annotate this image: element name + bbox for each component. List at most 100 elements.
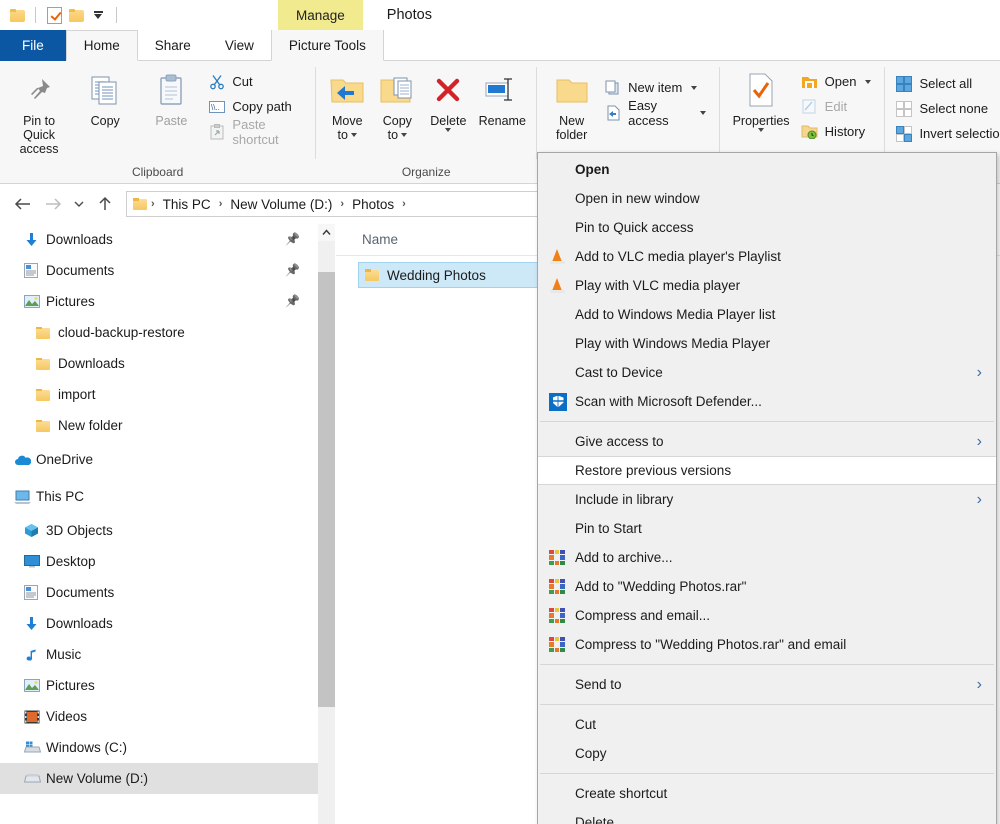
menu-item-send-to[interactable]: Send to ›	[538, 670, 996, 699]
tab-share[interactable]: Share	[138, 30, 208, 61]
sidebar-item-this-pc[interactable]: This PC	[0, 478, 318, 515]
menu-item-delete[interactable]: Delete	[538, 808, 996, 824]
copy-to-button[interactable]: Copy to	[372, 67, 422, 146]
invert-selection-button[interactable]: Invert selection	[891, 121, 1000, 146]
cut-button[interactable]: Cut	[204, 69, 309, 94]
copy-button[interactable]: Copy	[72, 67, 138, 132]
scroll-up-arrow-icon[interactable]	[318, 224, 335, 241]
chevron-down-icon[interactable]	[699, 110, 706, 115]
sidebar-item-downloads[interactable]: Downloads	[0, 608, 318, 639]
ribbon-tab-strip: File Home Share View Picture Tools	[0, 30, 1000, 61]
sidebar-item-music[interactable]: Music	[0, 639, 318, 670]
pin-icon[interactable]: 📌	[285, 294, 300, 308]
new-folder-button[interactable]: New folder	[543, 67, 600, 146]
pin-to-quick-access-button[interactable]: Pin to Quick access	[6, 67, 72, 160]
pin-icon[interactable]: 📌	[285, 232, 300, 246]
sidebar-item-pictures[interactable]: Pictures	[0, 670, 318, 701]
chevron-down-icon[interactable]	[350, 133, 357, 137]
sidebar-item-videos[interactable]: Videos	[0, 701, 318, 732]
menu-item-cut[interactable]: Cut	[538, 710, 996, 739]
copy-path-button[interactable]: \\.. Copy path	[204, 94, 309, 119]
sidebar-item-desktop[interactable]: Desktop	[0, 546, 318, 577]
customize-dropdown-icon[interactable]	[87, 4, 109, 26]
menu-item-pin-to-quick-access[interactable]: Pin to Quick access	[538, 213, 996, 242]
delete-button[interactable]: Delete	[422, 67, 474, 136]
sidebar-item-pictures-quick[interactable]: Pictures 📌	[0, 286, 318, 317]
sidebar-item-onedrive[interactable]: OneDrive	[0, 441, 318, 478]
breadcrumb-photos[interactable]: Photos	[348, 197, 398, 212]
sidebar-item-3d-objects[interactable]: 3D Objects	[0, 515, 318, 546]
menu-item-add-to-rar[interactable]: Add to "Wedding Photos.rar"	[538, 572, 996, 601]
menu-item-add-to-vlc-playlist[interactable]: Add to VLC media player's Playlist	[538, 242, 996, 271]
new-item-button[interactable]: New item	[600, 75, 712, 100]
sidebar-item-new-volume-d[interactable]: New Volume (D:)	[0, 763, 318, 794]
edit-button[interactable]: Edit	[797, 94, 879, 119]
select-all-button[interactable]: Select all	[891, 71, 1000, 96]
sidebar-item-windows-c[interactable]: Windows (C:)	[0, 732, 318, 763]
pin-icon[interactable]: 📌	[285, 263, 300, 277]
menu-item-compress-and-email[interactable]: Compress and email...	[538, 601, 996, 630]
back-button[interactable]	[8, 189, 38, 219]
menu-item-restore-previous-versions[interactable]: Restore previous versions	[538, 456, 996, 485]
menu-item-cast-to-device[interactable]: Cast to Device ›	[538, 358, 996, 387]
navigation-pane[interactable]: Downloads 📌 Documents 📌 Pictures 📌 cloud…	[0, 224, 318, 824]
navigation-pane-scrollbar[interactable]	[318, 224, 335, 824]
menu-item-label: Add to Windows Media Player list	[575, 307, 776, 322]
menu-item-play-with-vlc[interactable]: Play with VLC media player	[538, 271, 996, 300]
menu-item-play-with-wmp[interactable]: Play with Windows Media Player	[538, 329, 996, 358]
history-button[interactable]: History	[797, 119, 879, 144]
move-to-button[interactable]: Move to	[322, 67, 372, 146]
rename-button[interactable]: Rename	[474, 67, 530, 132]
chevron-down-icon[interactable]	[445, 128, 452, 132]
menu-item-open-in-new-window[interactable]: Open in new window	[538, 184, 996, 213]
paste-button[interactable]: Paste	[138, 67, 204, 132]
sidebar-item-downloads-quick[interactable]: Downloads 📌	[0, 224, 318, 255]
menu-item-add-to-archive[interactable]: Add to archive...	[538, 543, 996, 572]
sidebar-item-import[interactable]: import	[0, 379, 318, 410]
scrollbar-thumb[interactable]	[318, 272, 335, 707]
explorer-folder-icon[interactable]	[6, 4, 28, 26]
sidebar-item-new-folder[interactable]: New folder	[0, 410, 318, 441]
menu-item-compress-to-rar-and-email[interactable]: Compress to "Wedding Photos.rar" and ema…	[538, 630, 996, 659]
chevron-down-icon[interactable]	[691, 85, 698, 90]
sidebar-item-label: Documents	[46, 263, 115, 278]
context-menu[interactable]: Open Open in new window Pin to Quick acc…	[537, 152, 997, 824]
tab-view[interactable]: View	[208, 30, 271, 61]
up-button[interactable]	[90, 189, 120, 219]
menu-item-include-in-library[interactable]: Include in library ›	[538, 485, 996, 514]
select-none-icon	[895, 100, 913, 118]
chevron-down-icon[interactable]	[401, 133, 408, 137]
tab-file[interactable]: File	[0, 30, 66, 61]
chevron-down-icon[interactable]	[865, 79, 872, 84]
list-item[interactable]: Wedding Photos	[358, 262, 538, 288]
easy-access-button[interactable]: Easy access	[600, 98, 712, 128]
submenu-chevron-icon: ›	[976, 433, 982, 450]
menu-item-give-access-to[interactable]: Give access to ›	[538, 427, 996, 456]
sidebar-item-cloud-backup-restore[interactable]: cloud-backup-restore	[0, 317, 318, 348]
breadcrumb-new-volume[interactable]: New Volume (D:)	[226, 197, 336, 212]
sidebar-item-documents-quick[interactable]: Documents 📌	[0, 255, 318, 286]
clipboard-group-label: Clipboard	[131, 165, 184, 179]
forward-button[interactable]	[38, 189, 68, 219]
sidebar-item-documents[interactable]: Documents	[0, 577, 318, 608]
tab-home[interactable]: Home	[65, 30, 138, 61]
menu-item-create-shortcut[interactable]: Create shortcut	[538, 779, 996, 808]
chevron-down-icon[interactable]	[758, 128, 765, 132]
paste-shortcut-button[interactable]: Paste shortcut	[204, 117, 309, 147]
tab-picture-tools[interactable]: Picture Tools	[270, 30, 384, 61]
menu-item-open[interactable]: Open	[538, 155, 996, 184]
select-none-button[interactable]: Select none	[891, 96, 1000, 121]
properties-icon[interactable]	[43, 4, 65, 26]
properties-button[interactable]: Properties	[725, 67, 796, 136]
menu-item-scan-with-defender[interactable]: Scan with Microsoft Defender...	[538, 387, 996, 416]
open-button[interactable]: Open	[797, 69, 879, 94]
menu-item-copy[interactable]: Copy	[538, 739, 996, 768]
contextual-tab-manage[interactable]: Manage	[278, 0, 363, 30]
menu-item-add-to-wmp-list[interactable]: Add to Windows Media Player list	[538, 300, 996, 329]
new-folder-icon[interactable]	[65, 4, 87, 26]
menu-item-pin-to-start[interactable]: Pin to Start	[538, 514, 996, 543]
recent-locations-button[interactable]	[68, 189, 90, 219]
sidebar-item-downloads-folder[interactable]: Downloads	[0, 348, 318, 379]
breadcrumb-this-pc[interactable]: This PC	[159, 197, 215, 212]
vlc-cone-icon	[549, 248, 575, 265]
